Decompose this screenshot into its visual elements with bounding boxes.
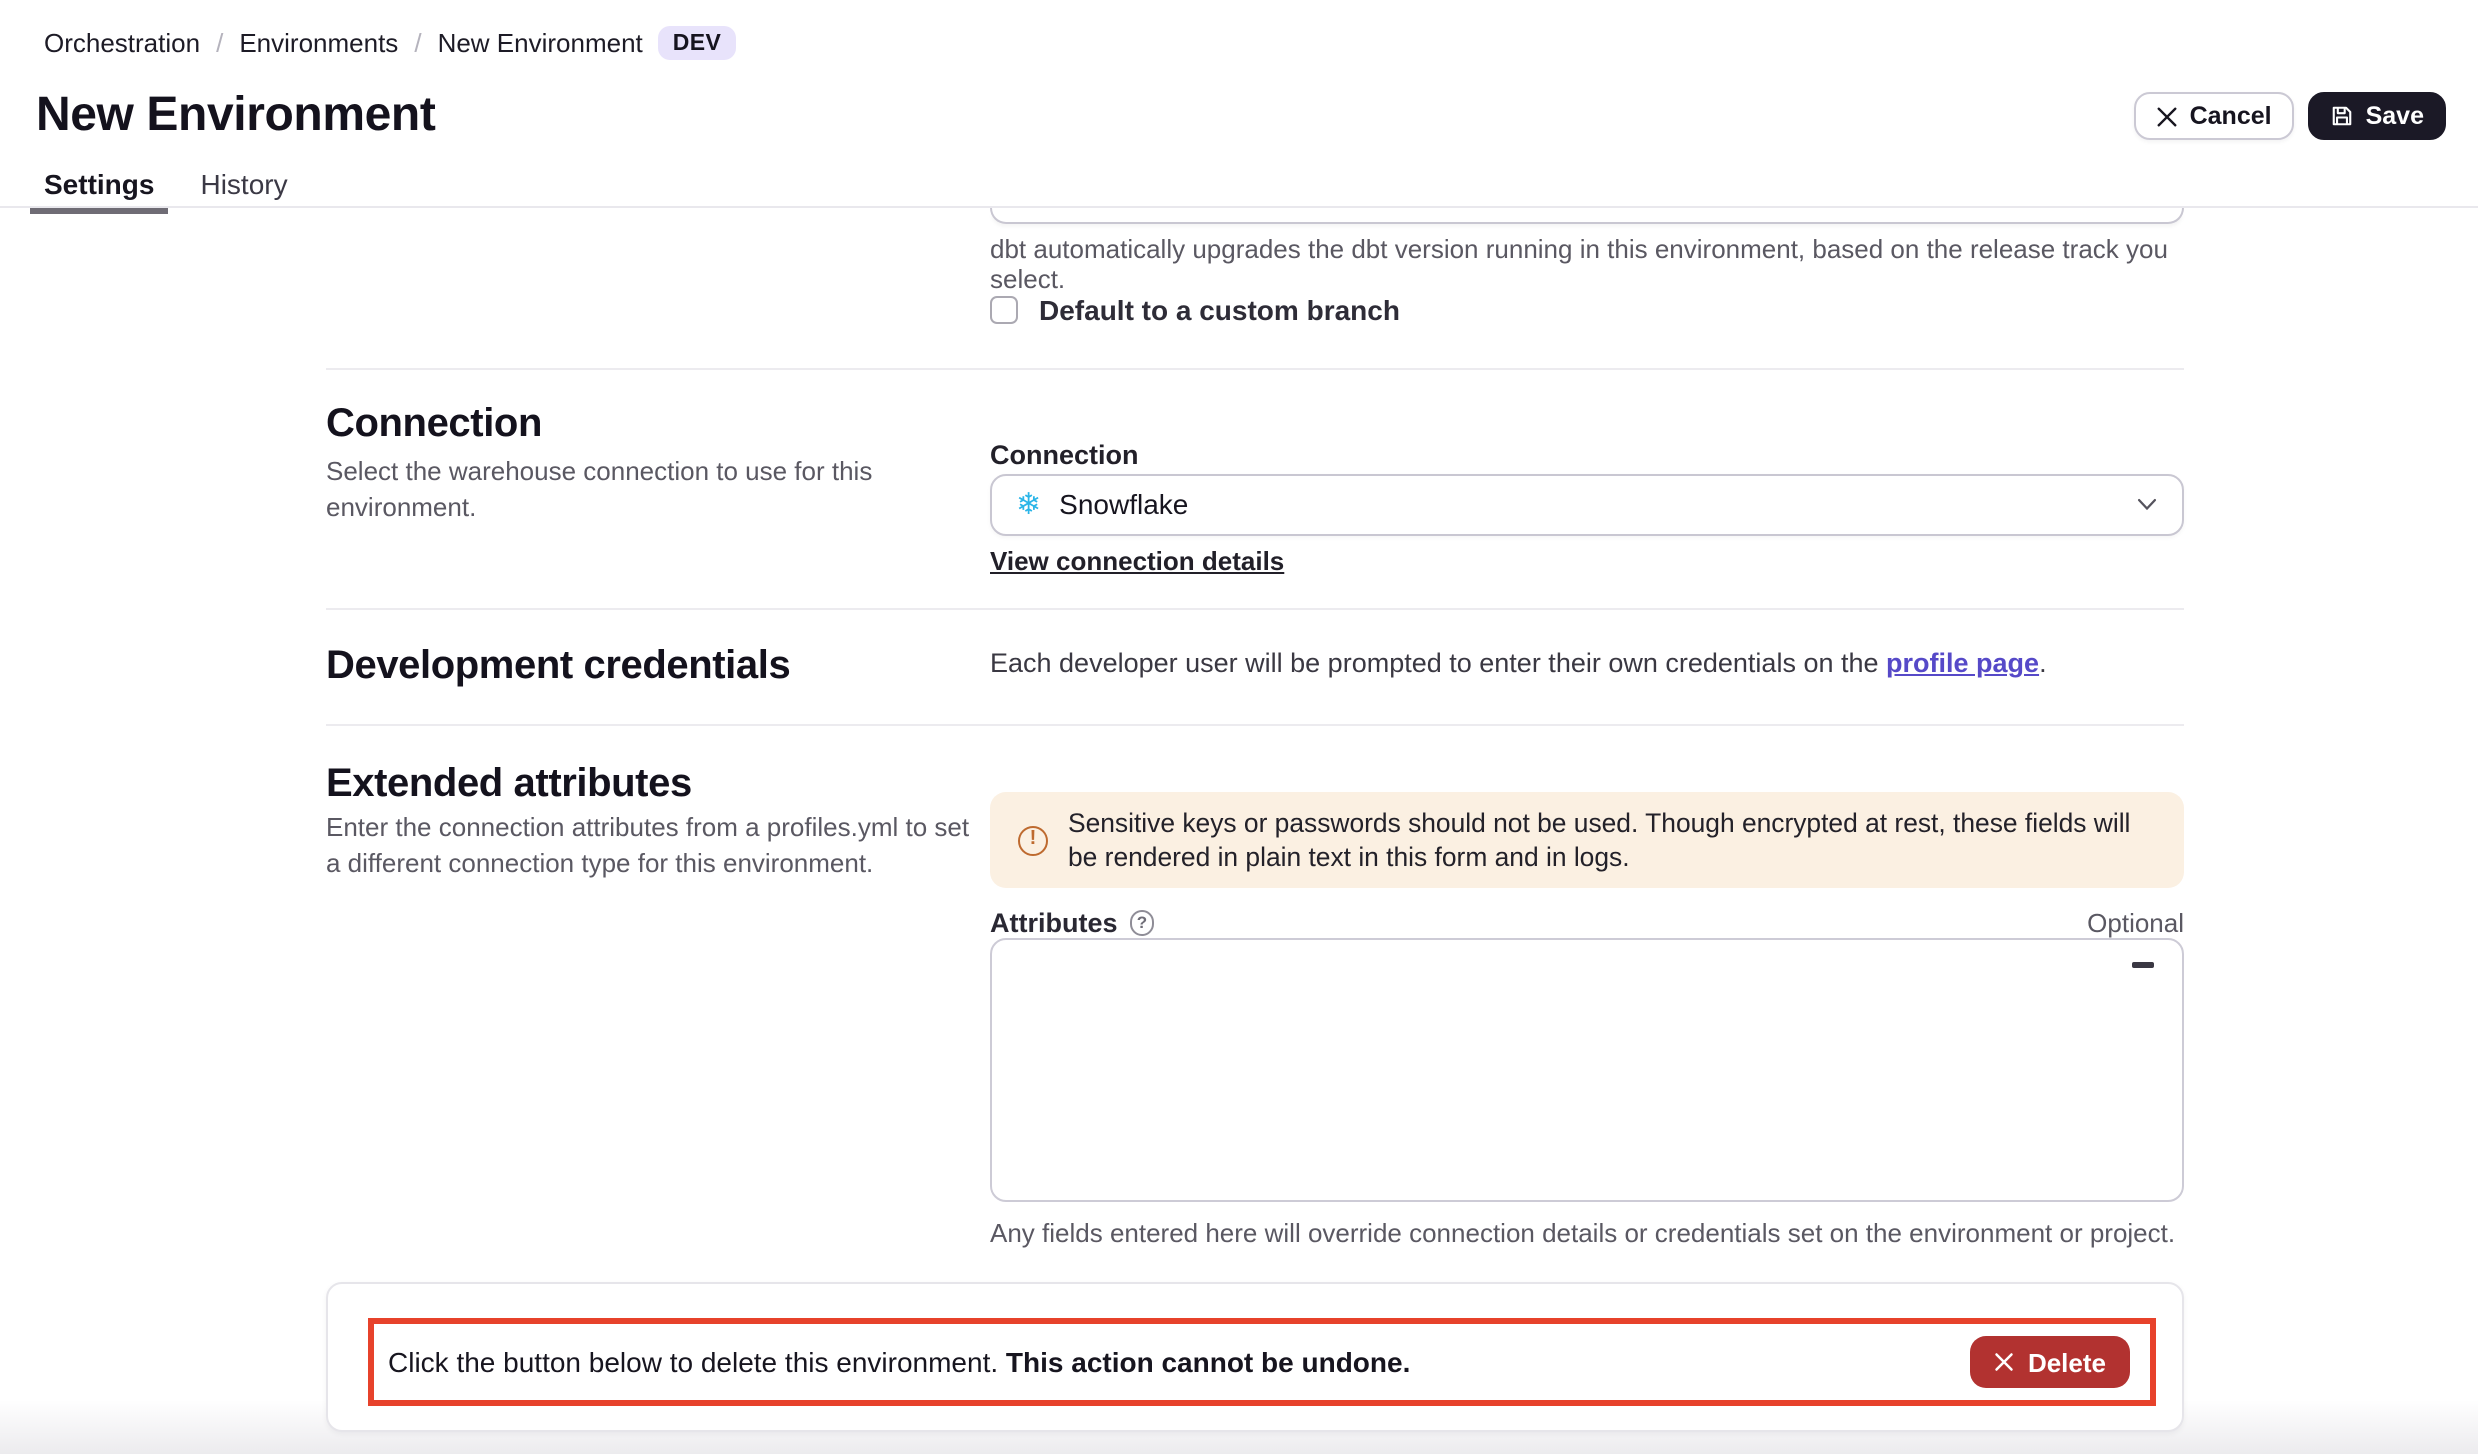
attributes-editor: [990, 938, 2184, 1202]
tab-settings[interactable]: Settings: [30, 168, 168, 214]
header-actions: Cancel Save: [2134, 92, 2446, 140]
cancel-button-label: Cancel: [2190, 102, 2272, 130]
delete-message-text: Click the button below to delete this en…: [388, 1346, 1006, 1378]
warning-icon: !: [1018, 825, 1048, 855]
attributes-editor-input[interactable]: [992, 940, 2182, 1200]
connection-select-value: Snowflake: [1059, 489, 1188, 521]
warning-banner-text: Sensitive keys or passwords should not b…: [1068, 806, 2156, 874]
tab-bar: Settings History: [30, 168, 302, 214]
breadcrumb-separator: /: [216, 28, 223, 58]
development-credentials-text: Each developer user will be prompted to …: [990, 648, 2047, 678]
page: Orchestration / Environments / New Envir…: [0, 0, 2478, 1454]
breadcrumb-orchestration[interactable]: Orchestration: [44, 28, 200, 58]
connection-select[interactable]: ❄ Snowflake: [990, 474, 2184, 535]
delete-message-bold: This action cannot be undone.: [1006, 1346, 1410, 1378]
cancel-button[interactable]: Cancel: [2134, 92, 2294, 140]
extended-attributes-heading: Extended attributes: [326, 762, 692, 808]
connection-section-heading: Connection: [326, 402, 542, 448]
breadcrumb-environments[interactable]: Environments: [239, 28, 398, 58]
breadcrumb-separator: /: [414, 28, 421, 58]
section-divider: [326, 724, 2184, 726]
sensitive-keys-warning-banner: ! Sensitive keys or passwords should not…: [990, 792, 2184, 888]
delete-button[interactable]: Delete: [1970, 1336, 2130, 1388]
attributes-label: Attributes: [990, 908, 1118, 938]
custom-branch-label[interactable]: Default to a custom branch: [1039, 294, 1400, 326]
save-icon: [2330, 104, 2354, 128]
close-icon: [2156, 105, 2178, 127]
custom-branch-checkbox[interactable]: [990, 297, 1017, 324]
question-circle-icon[interactable]: ?: [1130, 911, 1155, 936]
connection-field-label: Connection: [990, 440, 1139, 470]
delete-message: Click the button below to delete this en…: [388, 1346, 1410, 1378]
development-credentials-text-after: .: [2039, 648, 2047, 678]
section-divider: [326, 368, 2184, 370]
attributes-editor-helper-text: Any fields entered here will override co…: [990, 1217, 2230, 1247]
section-divider: [326, 608, 2184, 610]
connection-section-description: Select the warehouse connection to use f…: [326, 454, 1006, 524]
delete-button-label: Delete: [2028, 1347, 2106, 1377]
view-connection-details-link[interactable]: View connection details: [990, 545, 1284, 575]
breadcrumb: Orchestration / Environments / New Envir…: [44, 26, 735, 60]
tab-bar-divider: [0, 205, 2478, 207]
environment-type-badge: DEV: [659, 26, 736, 60]
attributes-field-header: Attributes ? Optional: [990, 908, 2184, 938]
collapse-icon[interactable]: [2132, 962, 2154, 967]
save-button-label: Save: [2366, 102, 2424, 130]
save-button[interactable]: Save: [2308, 92, 2446, 140]
delete-highlight-annotation: Click the button below to delete this en…: [368, 1318, 2156, 1406]
breadcrumb-new-environment[interactable]: New Environment: [438, 28, 643, 58]
extended-attributes-description: Enter the connection attributes from a p…: [326, 810, 970, 880]
page-title: New Environment: [36, 88, 435, 144]
tab-history[interactable]: History: [186, 168, 301, 214]
custom-branch-row: Default to a custom branch: [990, 294, 1400, 326]
chevron-down-icon: [2136, 498, 2158, 512]
profile-page-link[interactable]: profile page: [1886, 648, 2039, 678]
development-credentials-heading: Development credentials: [326, 644, 790, 690]
optional-label: Optional: [2087, 908, 2184, 938]
release-track-helper-text: dbt automatically upgrades the dbt versi…: [990, 233, 2230, 293]
release-track-input-partial[interactable]: [990, 207, 2184, 224]
close-icon: [1994, 1352, 2014, 1372]
snowflake-icon: ❄: [1016, 490, 1041, 520]
development-credentials-text-before: Each developer user will be prompted to …: [990, 648, 1886, 678]
